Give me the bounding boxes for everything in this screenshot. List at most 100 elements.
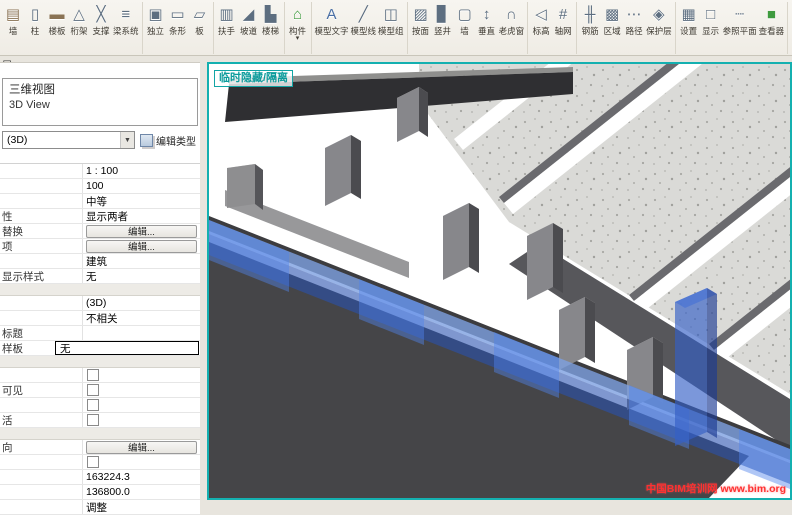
checkbox[interactable] — [87, 456, 99, 468]
3d-viewport-canvas[interactable] — [209, 64, 790, 498]
model-text-button[interactable]: A 模型文字 — [314, 2, 350, 37]
property-row: 可见 — [0, 383, 200, 398]
property-group-header — [0, 284, 200, 296]
chevron-down-icon[interactable]: ▼ — [120, 132, 134, 148]
column-button[interactable]: ▯ 柱 — [24, 2, 46, 37]
property-value[interactable]: 中等 — [83, 194, 200, 209]
temporary-hide-isolate-badge: 临时隐藏/隔离 — [214, 70, 293, 87]
revit-window: { "ribbon": { "groups": [ {"name": "stru… — [0, 0, 792, 500]
shaft-opening-icon: ▊ — [433, 3, 453, 26]
property-value[interactable]: 不相关 — [83, 311, 200, 326]
wall-button[interactable]: ▤ 墙 — [2, 2, 24, 37]
path-reinforcement-button[interactable]: ⋯ 路径 — [623, 2, 645, 37]
strip-foundation-icon: ▭ — [168, 3, 188, 26]
strip-foundation-button[interactable]: ▭ 条形 — [167, 2, 189, 37]
property-value[interactable]: 163224.3 — [83, 471, 200, 483]
truss-button[interactable]: △ 桁架 — [68, 2, 90, 37]
area-reinforcement-button[interactable]: ▩ 区域 — [601, 2, 623, 37]
property-row: 样板 无 — [0, 341, 200, 356]
property-value[interactable]: 显示两者 — [83, 209, 200, 224]
show-workplane-button[interactable]: □ 显示 — [700, 2, 722, 37]
ribbon-group-component: ⌂ 构件 ▾ — [285, 2, 312, 54]
property-value[interactable]: 调整 — [83, 500, 200, 515]
reference-plane-icon: ┈ — [730, 3, 750, 26]
property-row: 显示样式 无 — [0, 269, 200, 284]
level-button[interactable]: ◁ 标高 — [530, 2, 552, 37]
property-row: 标题 — [0, 326, 200, 341]
railing-button[interactable]: ▥ 扶手 — [216, 2, 238, 37]
opening-by-face-button[interactable]: ▨ 按面 — [410, 2, 432, 37]
ribbon-group-model: A 模型文字 ╱ 模型线 ◫ 模型组 — [312, 2, 408, 54]
beam-system-button[interactable]: ≡ 梁系统 — [112, 2, 140, 37]
property-value[interactable]: 136800.0 — [83, 486, 200, 498]
model-group-button[interactable]: ◫ 模型组 — [377, 2, 405, 37]
edit-button[interactable]: 编辑... — [86, 225, 197, 238]
isolated-foundation-button[interactable]: ▣ 独立 — [145, 2, 167, 37]
property-value[interactable]: 100 — [83, 180, 200, 192]
pad-foundation-button[interactable]: ▱ 板 — [189, 2, 211, 37]
edit-type-icon — [140, 134, 153, 147]
dormer-opening-button[interactable]: ∩ 老虎窗 — [498, 2, 526, 37]
property-value[interactable]: 1 : 100 — [83, 165, 200, 177]
component-button[interactable]: ⌂ 构件 ▾ — [287, 2, 309, 43]
checkbox[interactable] — [87, 399, 99, 411]
property-row: 136800.0 — [0, 485, 200, 500]
checkbox[interactable] — [87, 369, 99, 381]
property-row: 向 编辑... — [0, 440, 200, 455]
edit-type-button[interactable]: 编辑类型 — [135, 133, 198, 148]
component-icon: ⌂ — [288, 3, 308, 26]
type-dropdown-value: (3D) — [7, 134, 27, 146]
wall-opening-icon: ▢ — [455, 3, 475, 26]
3d-viewport[interactable]: 临时隐藏/隔离 — [207, 62, 792, 500]
concrete-column[interactable] — [227, 164, 263, 210]
type-bar: (3D) ▼ 编辑类型 — [2, 130, 198, 150]
chevron-down-icon: ▾ — [296, 36, 300, 42]
floor-icon: ▬ — [47, 3, 67, 26]
model-text-icon: A — [322, 3, 342, 26]
property-value[interactable]: 建筑 — [83, 254, 200, 269]
grid-button[interactable]: # 轴网 — [552, 2, 574, 37]
brace-button[interactable]: ╳ 支撑 — [90, 2, 112, 37]
vertical-opening-button[interactable]: ↕ 垂直 — [476, 2, 498, 37]
selected-upstand-beam[interactable] — [675, 288, 717, 446]
edit-button[interactable]: 编辑... — [86, 240, 197, 253]
viewer-icon: ■ — [761, 3, 781, 26]
wall-icon: ▤ — [3, 3, 23, 26]
truss-icon: △ — [69, 3, 89, 26]
dormer-opening-icon: ∩ — [501, 3, 521, 26]
floor-button[interactable]: ▬ 楼板 — [46, 2, 68, 37]
rebar-cover-icon: ◈ — [649, 3, 669, 26]
opening-by-face-icon: ▨ — [411, 3, 431, 26]
show-workplane-icon: □ — [701, 3, 721, 26]
property-value[interactable]: 无 — [83, 269, 200, 284]
rebar-cover-button[interactable]: ◈ 保护层 — [645, 2, 673, 37]
checkbox[interactable] — [87, 414, 99, 426]
set-workplane-button[interactable]: ▦ 设置 — [678, 2, 700, 37]
property-group-header — [0, 428, 200, 440]
checkbox[interactable] — [87, 384, 99, 396]
stair-icon: ▙ — [261, 3, 281, 26]
model-line-button[interactable]: ╱ 模型线 — [350, 2, 378, 37]
edit-button[interactable]: 编辑... — [86, 441, 197, 454]
path-reinforcement-icon: ⋯ — [624, 3, 644, 26]
reference-plane-button[interactable]: ┈ 参照平面 — [722, 2, 758, 37]
view-template-field[interactable]: 无 — [55, 341, 199, 355]
property-row: 163224.3 — [0, 470, 200, 485]
shaft-opening-button[interactable]: ▊ 竖井 — [432, 2, 454, 37]
rebar-button[interactable]: ╫ 钢筋 — [579, 2, 601, 37]
model-line-icon: ╱ — [353, 3, 373, 26]
property-row: 替换 编辑... — [0, 224, 200, 239]
type-selector[interactable]: 三维视图 3D View — [2, 78, 198, 126]
property-row: 中等 — [0, 194, 200, 209]
ramp-button[interactable]: ◢ 坡道 — [238, 2, 260, 37]
column-icon: ▯ — [25, 3, 45, 26]
viewer-button[interactable]: ■ 查看器 — [758, 2, 786, 37]
property-rows: 1 : 100 100 中等 性 显示两者 替换 编辑... 项 编辑... 建… — [0, 163, 200, 515]
type-dropdown[interactable]: (3D) ▼ — [2, 131, 135, 149]
wall-opening-button[interactable]: ▢ 墙 — [454, 2, 476, 37]
stair-button[interactable]: ▙ 楼梯 — [260, 2, 282, 37]
property-row — [0, 368, 200, 383]
ribbon-group-foundation: ▣ 独立 ▭ 条形 ▱ 板 — [143, 2, 214, 54]
area-reinforcement-icon: ▩ — [602, 3, 622, 26]
property-value[interactable]: (3D) — [83, 297, 200, 309]
